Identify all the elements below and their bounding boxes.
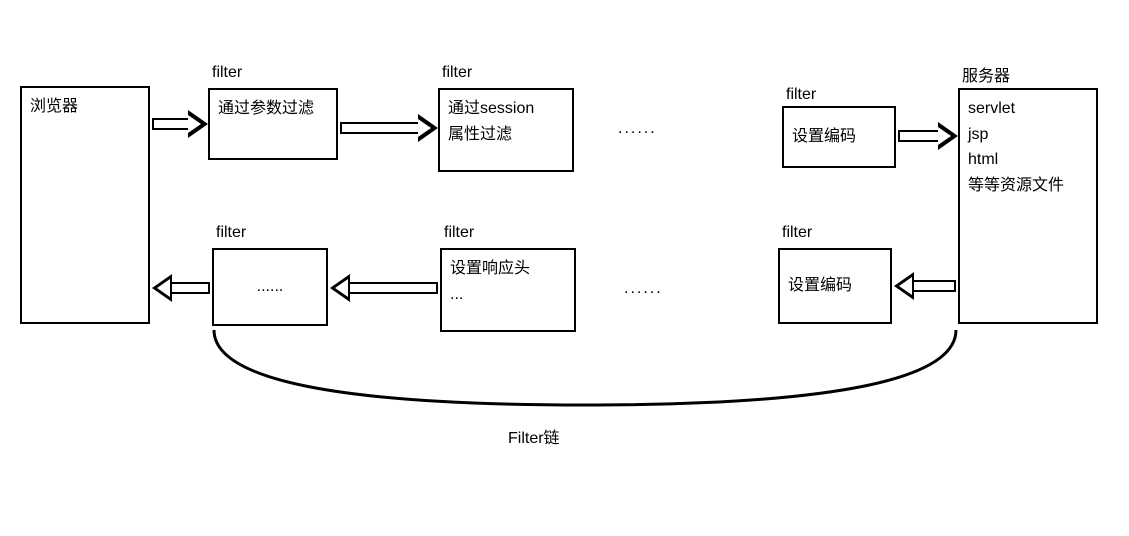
filter-label-bottom-3: filter <box>782 224 812 242</box>
filter-chain-label: Filter链 <box>508 424 560 448</box>
top-filter-2-box: 通过session 属性过滤 <box>438 88 574 172</box>
filter-label-bottom-1: filter <box>216 224 246 242</box>
top-filter-2-line1: 通过session <box>448 96 564 122</box>
server-title: 服务器 <box>962 62 1010 86</box>
bottom-ellipsis: ...... <box>624 280 663 298</box>
server-line-1: servlet <box>968 96 1088 122</box>
bottom-filter-3-box: 设置编码 <box>778 248 892 324</box>
top-filter-1-text: 通过参数过滤 <box>218 100 314 117</box>
bottom-filter-1-box: ...... <box>212 248 328 326</box>
top-filter-3-text: 设置编码 <box>792 124 856 150</box>
top-filter-2-line2: 属性过滤 <box>448 122 564 148</box>
browser-box: 浏览器 <box>20 86 150 324</box>
bottom-filter-1-text: ...... <box>257 274 284 300</box>
filter-label-top-2: filter <box>442 64 472 82</box>
server-box: servlet jsp html 等等资源文件 <box>958 88 1098 324</box>
browser-label: 浏览器 <box>30 98 78 115</box>
filter-label-bottom-2: filter <box>444 224 474 242</box>
bottom-filter-2-line1: 设置响应头 <box>450 256 566 282</box>
bottom-filter-3-text: 设置编码 <box>788 273 852 299</box>
top-ellipsis: ...... <box>618 120 657 138</box>
server-line-3: html <box>968 147 1088 173</box>
filter-label-top-3: filter <box>786 86 816 104</box>
top-filter-1-box: 通过参数过滤 <box>208 88 338 160</box>
filter-chain-curve <box>212 320 958 420</box>
server-line-2: jsp <box>968 122 1088 148</box>
bottom-filter-2-line2: ... <box>450 282 566 308</box>
filter-label-top-1: filter <box>212 64 242 82</box>
top-filter-3-box: 设置编码 <box>782 106 896 168</box>
server-line-4: 等等资源文件 <box>968 173 1088 199</box>
